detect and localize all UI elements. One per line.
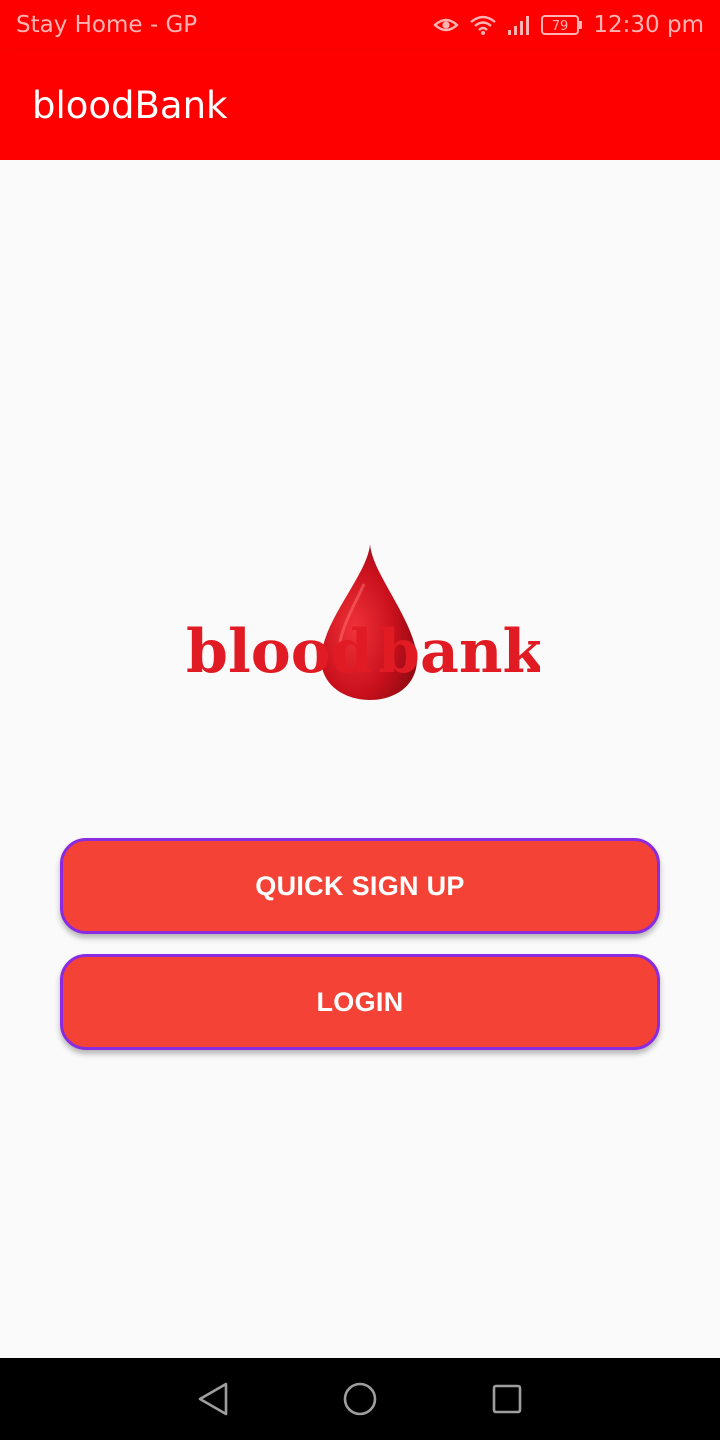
navigation-bar (0, 1358, 720, 1440)
carrier-label: Stay Home - GP (16, 12, 198, 38)
recents-icon (492, 1384, 521, 1414)
back-button[interactable] (183, 1369, 243, 1429)
blood-bank-logo: blood bank (180, 542, 540, 704)
status-bar: Stay Home - GP 79 12:30 pm (0, 0, 720, 50)
logo-text-bank: bank (378, 617, 540, 687)
app-title: bloodBank (32, 83, 228, 127)
logo-text-blood: blood (186, 617, 373, 687)
app-bar: bloodBank (0, 50, 720, 160)
clock: 12:30 pm (593, 12, 704, 38)
wifi-icon (469, 14, 497, 36)
back-icon (199, 1382, 228, 1416)
status-icons: 79 12:30 pm (433, 12, 704, 38)
quick-sign-up-button[interactable]: QUICK SIGN UP (60, 838, 660, 934)
main-content: blood bank QUICK SIGN UP LOGIN (0, 160, 720, 1358)
battery-icon: 79 (541, 14, 583, 36)
login-button[interactable]: LOGIN (60, 954, 660, 1050)
home-icon (343, 1382, 377, 1416)
eye-icon (433, 15, 460, 35)
home-button[interactable] (330, 1369, 390, 1429)
recents-button[interactable] (477, 1369, 537, 1429)
battery-level: 79 (552, 19, 569, 34)
signal-icon (507, 14, 531, 36)
